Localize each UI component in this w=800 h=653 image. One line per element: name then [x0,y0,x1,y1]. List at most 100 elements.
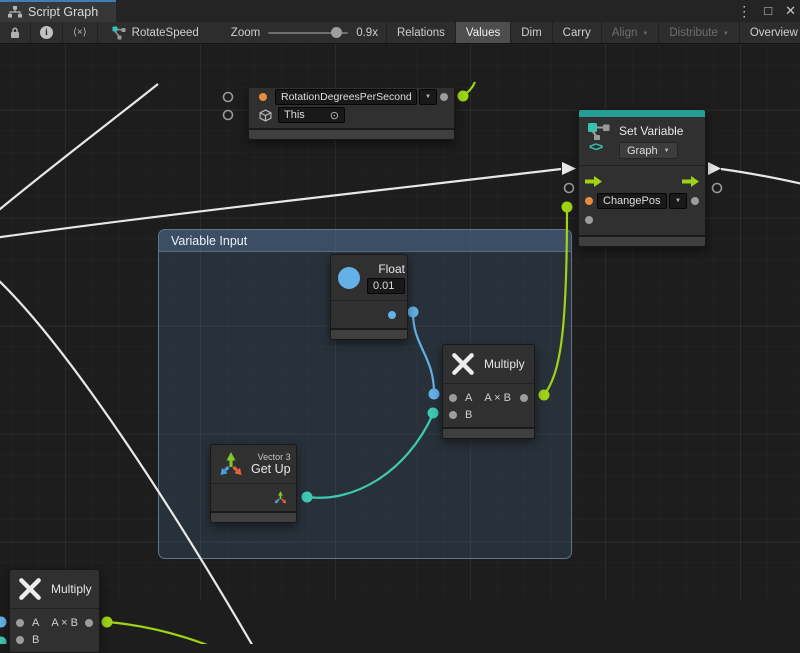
input-a-row: A A × B [443,389,534,406]
inspect-button[interactable]: i [31,22,63,43]
zoom-slider[interactable] [268,32,348,34]
chevron-down-icon: ▼ [642,31,648,37]
multiply-icon [17,576,43,602]
hollow-port-indicator [224,93,233,102]
toolbar-button-distribute[interactable]: Distribute▼ [659,22,740,43]
chevron-down-icon: ▼ [675,198,681,204]
toolbar-button-values[interactable]: Values [456,22,511,43]
graph-icon [112,26,126,40]
input-b-row: B [10,631,99,648]
wire-end-green-top [458,91,469,102]
variable-name-dropdown[interactable]: RotationDegreesPerSecond [275,89,417,105]
node-multiply[interactable]: Multiply A A × B B [442,344,535,439]
window-maximize-icon[interactable]: □ [764,0,772,22]
lock-icon [9,26,21,39]
toolbar-button-overview[interactable]: Overview [740,22,800,43]
multiply-icon [450,351,476,377]
value-output-port[interactable] [691,197,699,205]
wire-white-into-setvariable [0,169,561,238]
node-set-variable[interactable]: <> Set Variable Graph ▼ [578,109,706,247]
variable-name-dropdown[interactable]: ChangePos [597,193,667,209]
node-get-variable[interactable]: RotationDegreesPerSecond ▼ This ⊙ [248,88,455,140]
graph-name: RotateSpeed [132,27,199,39]
node-footer [331,328,407,339]
value-input-port[interactable] [585,216,593,224]
wire-end-green-bottom [102,617,113,628]
chevron-down-icon: ▼ [664,148,670,154]
node-title: Get Up [251,462,291,476]
zoom-label: Zoom [231,27,260,39]
graph-breadcrumb[interactable]: RotateSpeed [98,22,209,43]
hollow-port-indicator [224,111,233,120]
input-b-port[interactable] [16,636,24,644]
node-title: Multiply [51,582,92,596]
graph-toolbar: i ⟨×⟩ RotateSpeed Zoom 0.9x Relations Va… [0,22,800,44]
scope-dropdown[interactable]: Graph ▼ [619,142,678,159]
node-header[interactable]: Multiply [10,570,99,608]
code-preview-button[interactable]: ⟨×⟩ [63,22,98,43]
toolbar-button-dim[interactable]: Dim [511,22,552,43]
node-header[interactable]: <> Set Variable Graph ▼ [579,117,705,165]
wire-green-stub-top [463,82,475,96]
node-type-label: Vector 3 [251,452,291,462]
wire-end-green-setvariable [562,202,573,213]
tab-title: Script Graph [28,5,98,19]
float-type-icon [338,267,360,289]
window-titlebar: Script Graph ⋮ □ ✕ [0,0,800,22]
input-a-port[interactable] [449,394,457,402]
wire-white-left-top [0,84,158,214]
node-footer [211,511,296,522]
input-a-port[interactable] [16,619,24,627]
object-picker-icon[interactable]: ⊙ [330,109,339,122]
node-title: Multiply [484,357,525,371]
output-port[interactable] [520,394,528,402]
flow-output-arrow-icon[interactable] [682,176,699,187]
float-value-input[interactable]: 0.01 [367,278,405,294]
wire-end-teal-edge [0,637,7,645]
variable-name-caret[interactable]: ▼ [669,193,687,209]
value-output-port[interactable] [440,93,448,101]
zoom-control: Zoom 0.9x [223,22,387,43]
vector3-output-port-icon[interactable] [273,490,288,505]
cube-icon [259,109,272,122]
target-object-field[interactable]: This ⊙ [278,107,345,123]
value-input-row [579,211,705,229]
group-header[interactable]: Variable Input [159,230,571,252]
wire-white-out-setvariable [721,169,800,184]
chevron-down-icon: ▼ [425,94,431,100]
toolbar-button-relations[interactable]: Relations [387,22,456,43]
graph-hierarchy-icon [8,6,22,18]
flow-input-arrow-icon[interactable] [585,176,602,187]
input-b-row: B [443,406,534,423]
node-header[interactable]: Multiply [443,345,534,383]
node-header[interactable]: Float 0.01 [331,255,407,300]
variable-name-caret[interactable]: ▼ [419,89,437,105]
node-multiply-2[interactable]: Multiply A A × B B [9,569,100,653]
tab-script-graph[interactable]: Script Graph [0,0,116,22]
graph-canvas[interactable]: Variable Input [0,44,800,600]
zoom-slider-handle[interactable] [331,27,342,38]
variable-port-icon[interactable] [585,197,593,205]
node-footer [249,128,454,139]
float-output-port[interactable] [388,311,396,319]
node-accent-bar [579,110,705,117]
toolbar-button-carry[interactable]: Carry [553,22,602,43]
node-footer [579,235,705,246]
node-header[interactable]: Vector 3 Get Up [211,445,296,483]
variable-port-icon[interactable] [259,93,267,101]
node-title: Float [378,262,405,276]
node-vector3-get-up[interactable]: Vector 3 Get Up [210,444,297,523]
toolbar-button-align[interactable]: Align▼ [602,22,660,43]
hollow-port-indicator [565,184,574,193]
flow-ports-row [579,171,705,191]
lock-button[interactable] [0,22,31,43]
window-close-icon[interactable]: ✕ [785,0,796,22]
output-port[interactable] [85,619,93,627]
chevron-down-icon: ▼ [723,31,729,37]
target-row: This ⊙ [249,106,454,124]
window-menu-icon[interactable]: ⋮ [737,0,751,22]
wire-green-bottom [108,622,210,644]
node-float-literal[interactable]: Float 0.01 [330,254,408,340]
variable-name-row: RotationDegreesPerSecond ▼ [249,88,454,106]
input-b-port[interactable] [449,411,457,419]
